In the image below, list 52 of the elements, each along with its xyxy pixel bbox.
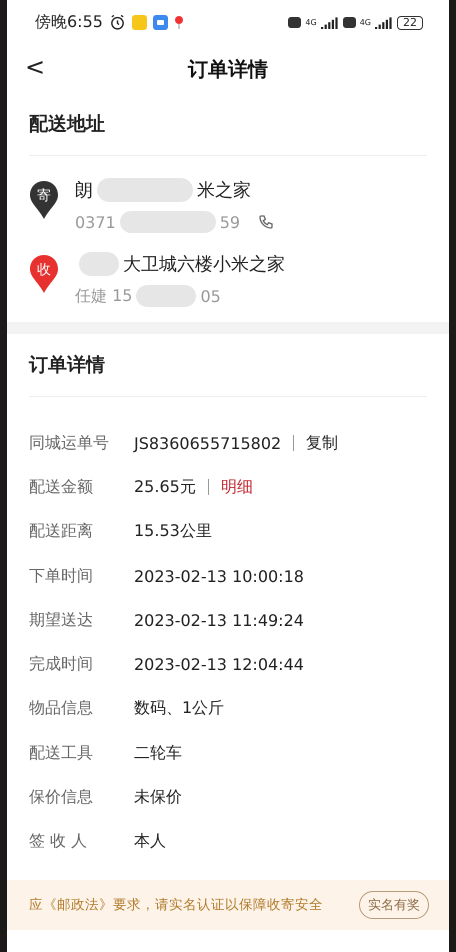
detail-label: 保价信息 (29, 787, 94, 808)
detail-label: 物品信息 (29, 698, 94, 720)
detail-label: 完成时间 (29, 654, 94, 676)
detail-link[interactable]: 复制 (306, 432, 338, 454)
detail-label: 期望送达 (29, 610, 94, 631)
detail-label: 同城运单号 (29, 432, 110, 454)
alarm-clock-icon (108, 14, 126, 31)
detail-value: 未保价 (134, 787, 182, 808)
address-fragment: 米之家 (197, 179, 251, 202)
detail-label: 下单时间 (29, 566, 94, 587)
address-fragment: 大卫城六楼小米之家 (123, 253, 285, 276)
network-type: 4G (305, 18, 317, 27)
detail-value: 25.65元 (134, 476, 196, 498)
network-type: 4G (360, 18, 371, 27)
detail-value: 15.53公里 (134, 521, 212, 542)
battery-level: 22 (397, 16, 423, 30)
redaction-blur (136, 285, 196, 307)
status-time: 傍晚6:55 (35, 12, 103, 33)
page-title: 订单详情 (188, 56, 268, 82)
address-fragment: 朗 (75, 179, 93, 202)
detail-value: 数码、1公斤 (134, 698, 224, 720)
detail-value: 2023-02-13 11:49:24 (134, 610, 304, 630)
detail-label: 签 收 人 (29, 831, 88, 852)
section-title: 配送地址 (29, 93, 427, 156)
back-button[interactable]: < (21, 53, 50, 81)
contact-fragment: 0371 (75, 212, 116, 232)
detail-value: 2023-02-13 10:00:18 (134, 566, 304, 586)
badge-label: 寄 (37, 188, 51, 204)
detail-value: 二轮车 (134, 742, 182, 764)
contact-fragment: 05 (200, 286, 221, 306)
map-pin-icon (174, 15, 184, 30)
verify-button[interactable]: 实名有奖 (359, 891, 429, 919)
signal-icon (375, 16, 393, 28)
app-icon (132, 15, 147, 30)
section-title: 订单详情 (29, 334, 427, 397)
detail-value: JS8360655715802 (134, 434, 282, 453)
detail-label: 配送工具 (29, 742, 94, 764)
detail-value: 2023-02-13 12:04:44 (134, 655, 304, 674)
hd-icon (288, 17, 302, 28)
signal-icon (320, 16, 339, 28)
redaction-blur (79, 252, 119, 276)
hd-icon (342, 17, 356, 28)
notice-text: 应《邮政法》要求，请实名认证以保障收寄安全 (29, 896, 323, 914)
phone-icon[interactable] (258, 214, 274, 230)
detail-value: 本人 (134, 831, 166, 852)
detail-label: 配送距离 (29, 521, 94, 542)
app-icon (152, 15, 168, 30)
detail-label: 配送金额 (29, 476, 94, 498)
contact-fragment: 任婕 15 (75, 286, 132, 306)
contact-fragment: 59 (220, 212, 240, 232)
detail-link[interactable]: 明细 (220, 476, 253, 498)
badge-label: 收 (37, 262, 51, 278)
